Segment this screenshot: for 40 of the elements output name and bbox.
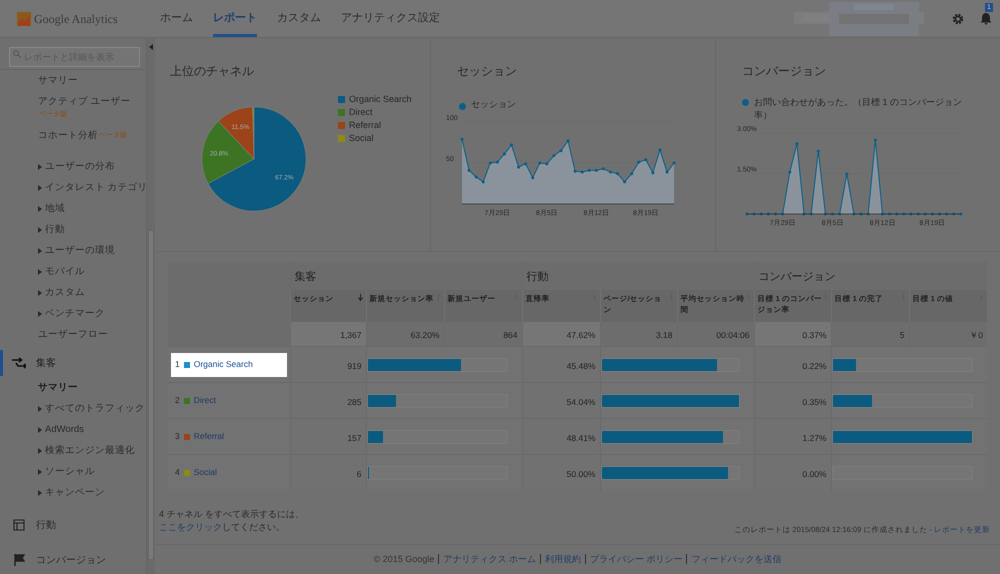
- table-cell: 919: [347, 360, 362, 370]
- total-value: ￥0: [969, 330, 984, 340]
- total-value: 63.20%: [410, 330, 440, 340]
- total-value: 5: [900, 330, 904, 340]
- group-heading: 行動: [526, 271, 548, 283]
- total-value: 864: [503, 330, 518, 340]
- legend-label: Direct: [349, 106, 373, 119]
- legend-label: Social: [349, 132, 374, 145]
- copyright-text: © 2015 Google: [374, 552, 434, 566]
- total-value: 0.37%: [802, 330, 826, 340]
- legend-label: Organic Search: [349, 92, 412, 106]
- total-value: 1,367: [340, 330, 362, 340]
- table-cell: 45.48%: [566, 360, 596, 370]
- table-cell: 157: [347, 432, 362, 442]
- card-title: 上位のチャネル: [170, 63, 255, 80]
- total-value: 00:04:06: [716, 330, 750, 340]
- table-cell: 0.22%: [802, 360, 826, 370]
- table-cell: 54.04%: [566, 396, 596, 406]
- table-cell: 48.41%: [566, 432, 596, 442]
- group-heading: コンバージョン: [758, 271, 836, 283]
- row-index: 1: [175, 358, 180, 371]
- total-value: 47.62%: [566, 330, 596, 340]
- row-index: 4: [175, 466, 180, 480]
- legend-label: お問い合わせがあった。（目標 1 のコンバージョン率）: [754, 96, 964, 122]
- table-cell: 50.00%: [566, 468, 596, 479]
- card-title: セッション: [457, 63, 518, 80]
- table-cell: 6: [356, 468, 362, 479]
- table-cell: 285: [347, 396, 362, 406]
- card-title: コンバージョン: [742, 63, 827, 80]
- legend-label: セッション: [471, 98, 516, 111]
- row-index: 2: [175, 394, 180, 407]
- table-cell: 1.27%: [802, 432, 826, 442]
- legend-label: Referral: [349, 118, 382, 132]
- table-cell: 0.00%: [802, 468, 826, 479]
- logo-text: Google Analytics: [34, 10, 118, 28]
- note-text: 4 チャネル をすべて表示するには、 ここをクリック してください。: [159, 508, 306, 534]
- table-cell: 0.35%: [802, 396, 826, 406]
- group-heading: 集客: [294, 271, 316, 283]
- row-index: 3: [175, 430, 180, 443]
- total-value: 3.18: [656, 330, 672, 340]
